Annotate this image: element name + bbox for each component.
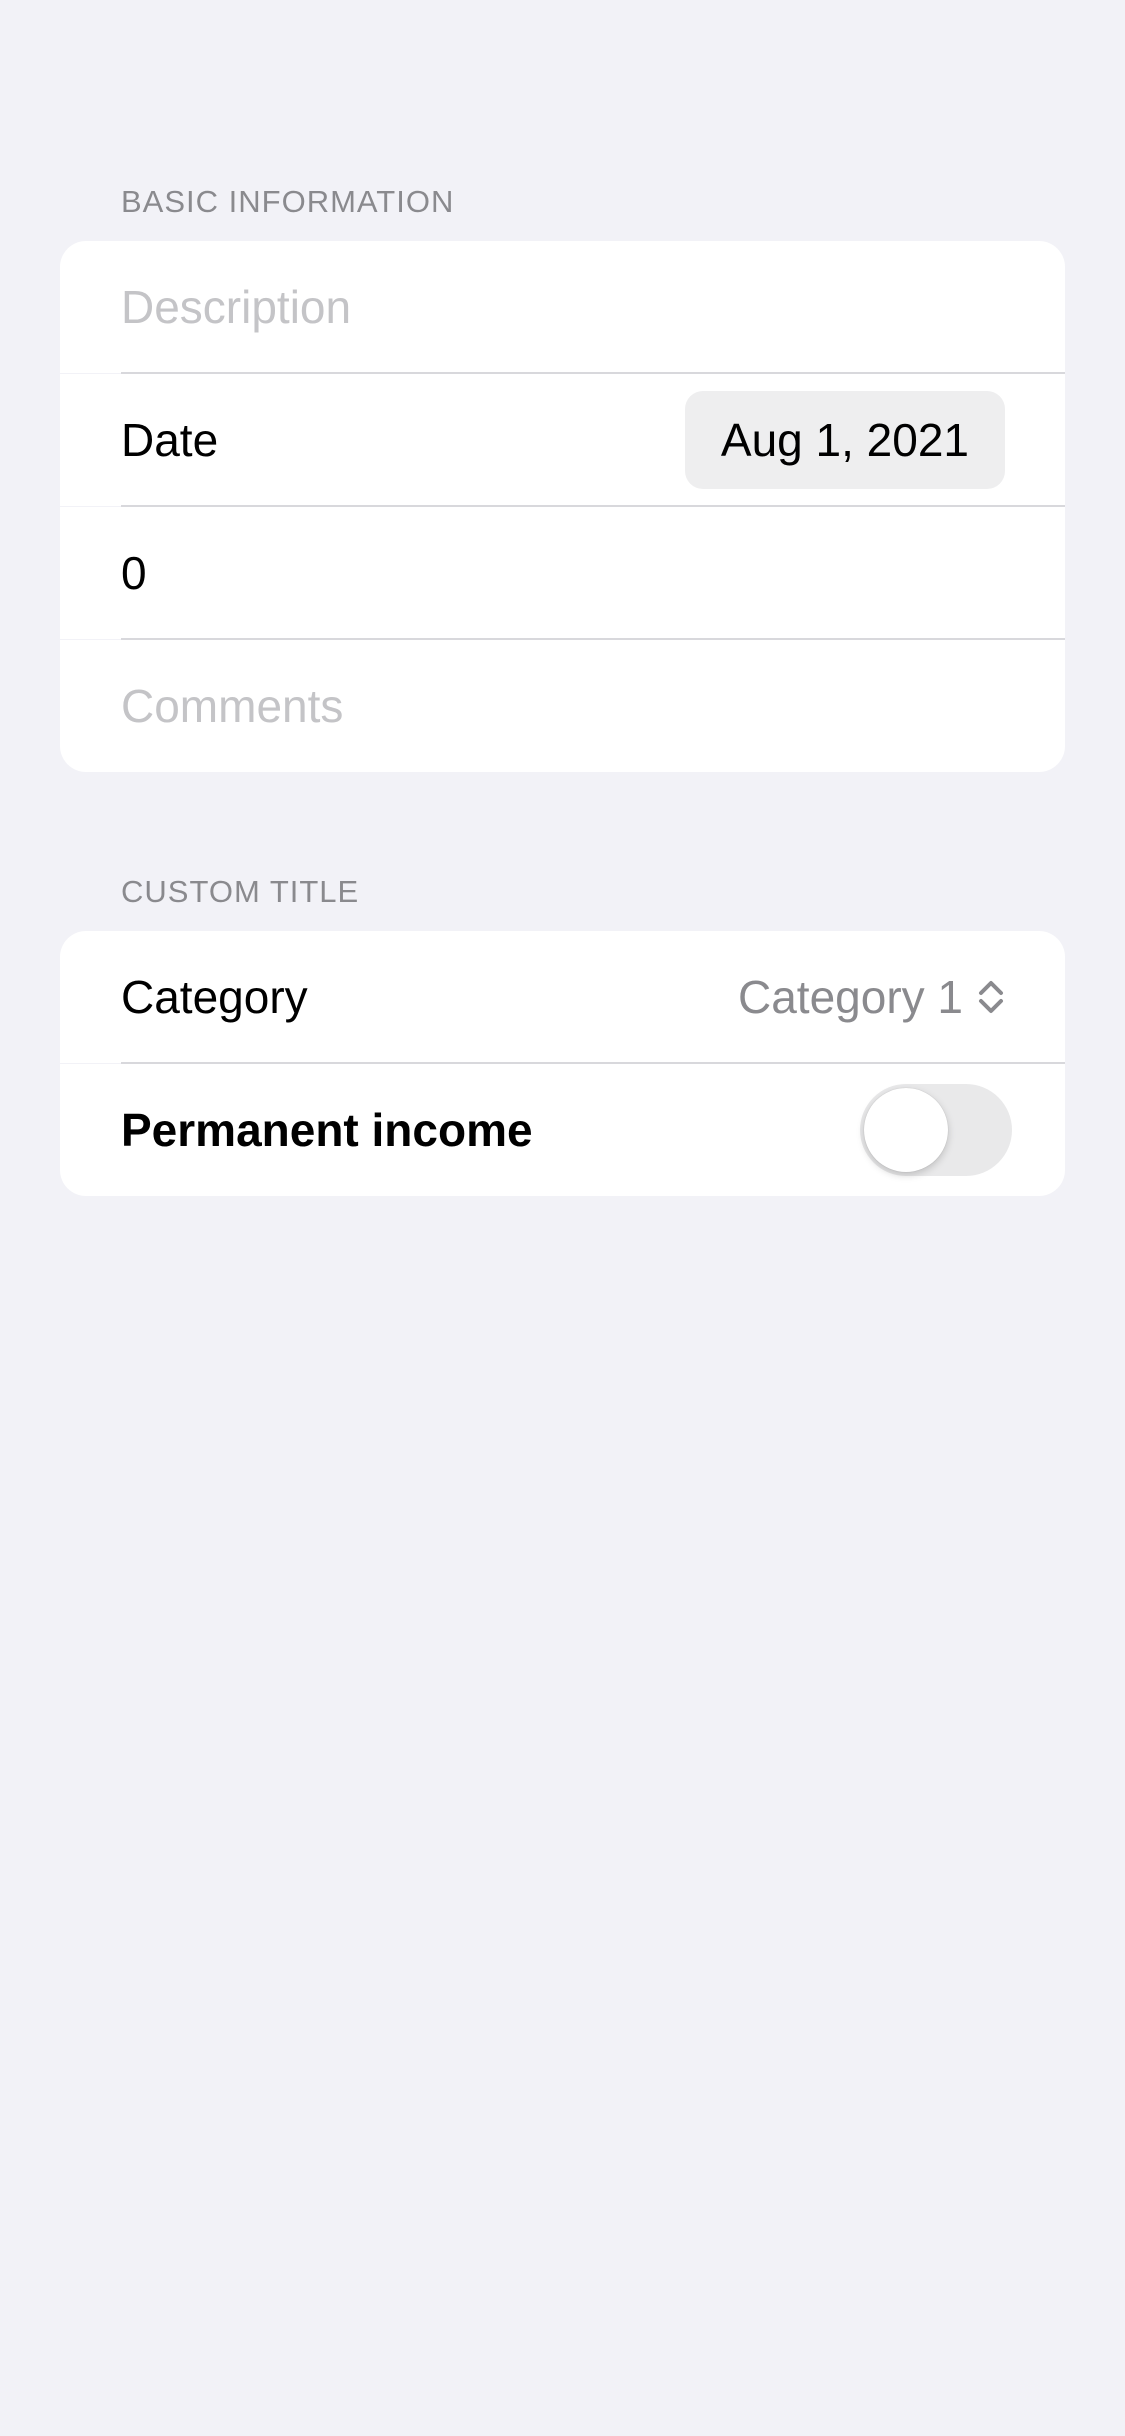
description-input[interactable] bbox=[121, 280, 1005, 334]
comments-input[interactable] bbox=[121, 679, 1005, 733]
amount-input[interactable] bbox=[121, 546, 1005, 600]
toggle-knob bbox=[864, 1088, 948, 1172]
section-header-custom-title: CUSTOM TITLE bbox=[121, 874, 360, 909]
section-header-basic-information: BASIC INFORMATION bbox=[121, 184, 455, 219]
amount-row[interactable] bbox=[60, 507, 1065, 639]
comments-row[interactable] bbox=[60, 640, 1065, 772]
permanent-income-label: Permanent income bbox=[121, 1104, 533, 1156]
category-label: Category bbox=[121, 971, 308, 1023]
date-label: Date bbox=[121, 414, 219, 466]
permanent-income-row: Permanent income bbox=[60, 1064, 1065, 1196]
description-row[interactable] bbox=[60, 241, 1065, 373]
category-picker[interactable]: Category 1 bbox=[738, 970, 1005, 1024]
chevron-up-down-icon bbox=[979, 981, 1003, 1013]
permanent-income-toggle[interactable] bbox=[860, 1084, 1012, 1176]
date-picker-button[interactable]: Aug 1, 2021 bbox=[684, 391, 1005, 489]
category-value: Category 1 bbox=[737, 971, 963, 1023]
category-row[interactable]: Category Category 1 bbox=[60, 931, 1065, 1063]
date-value: Aug 1, 2021 bbox=[720, 414, 969, 466]
date-row: Date Aug 1, 2021 bbox=[60, 374, 1065, 506]
